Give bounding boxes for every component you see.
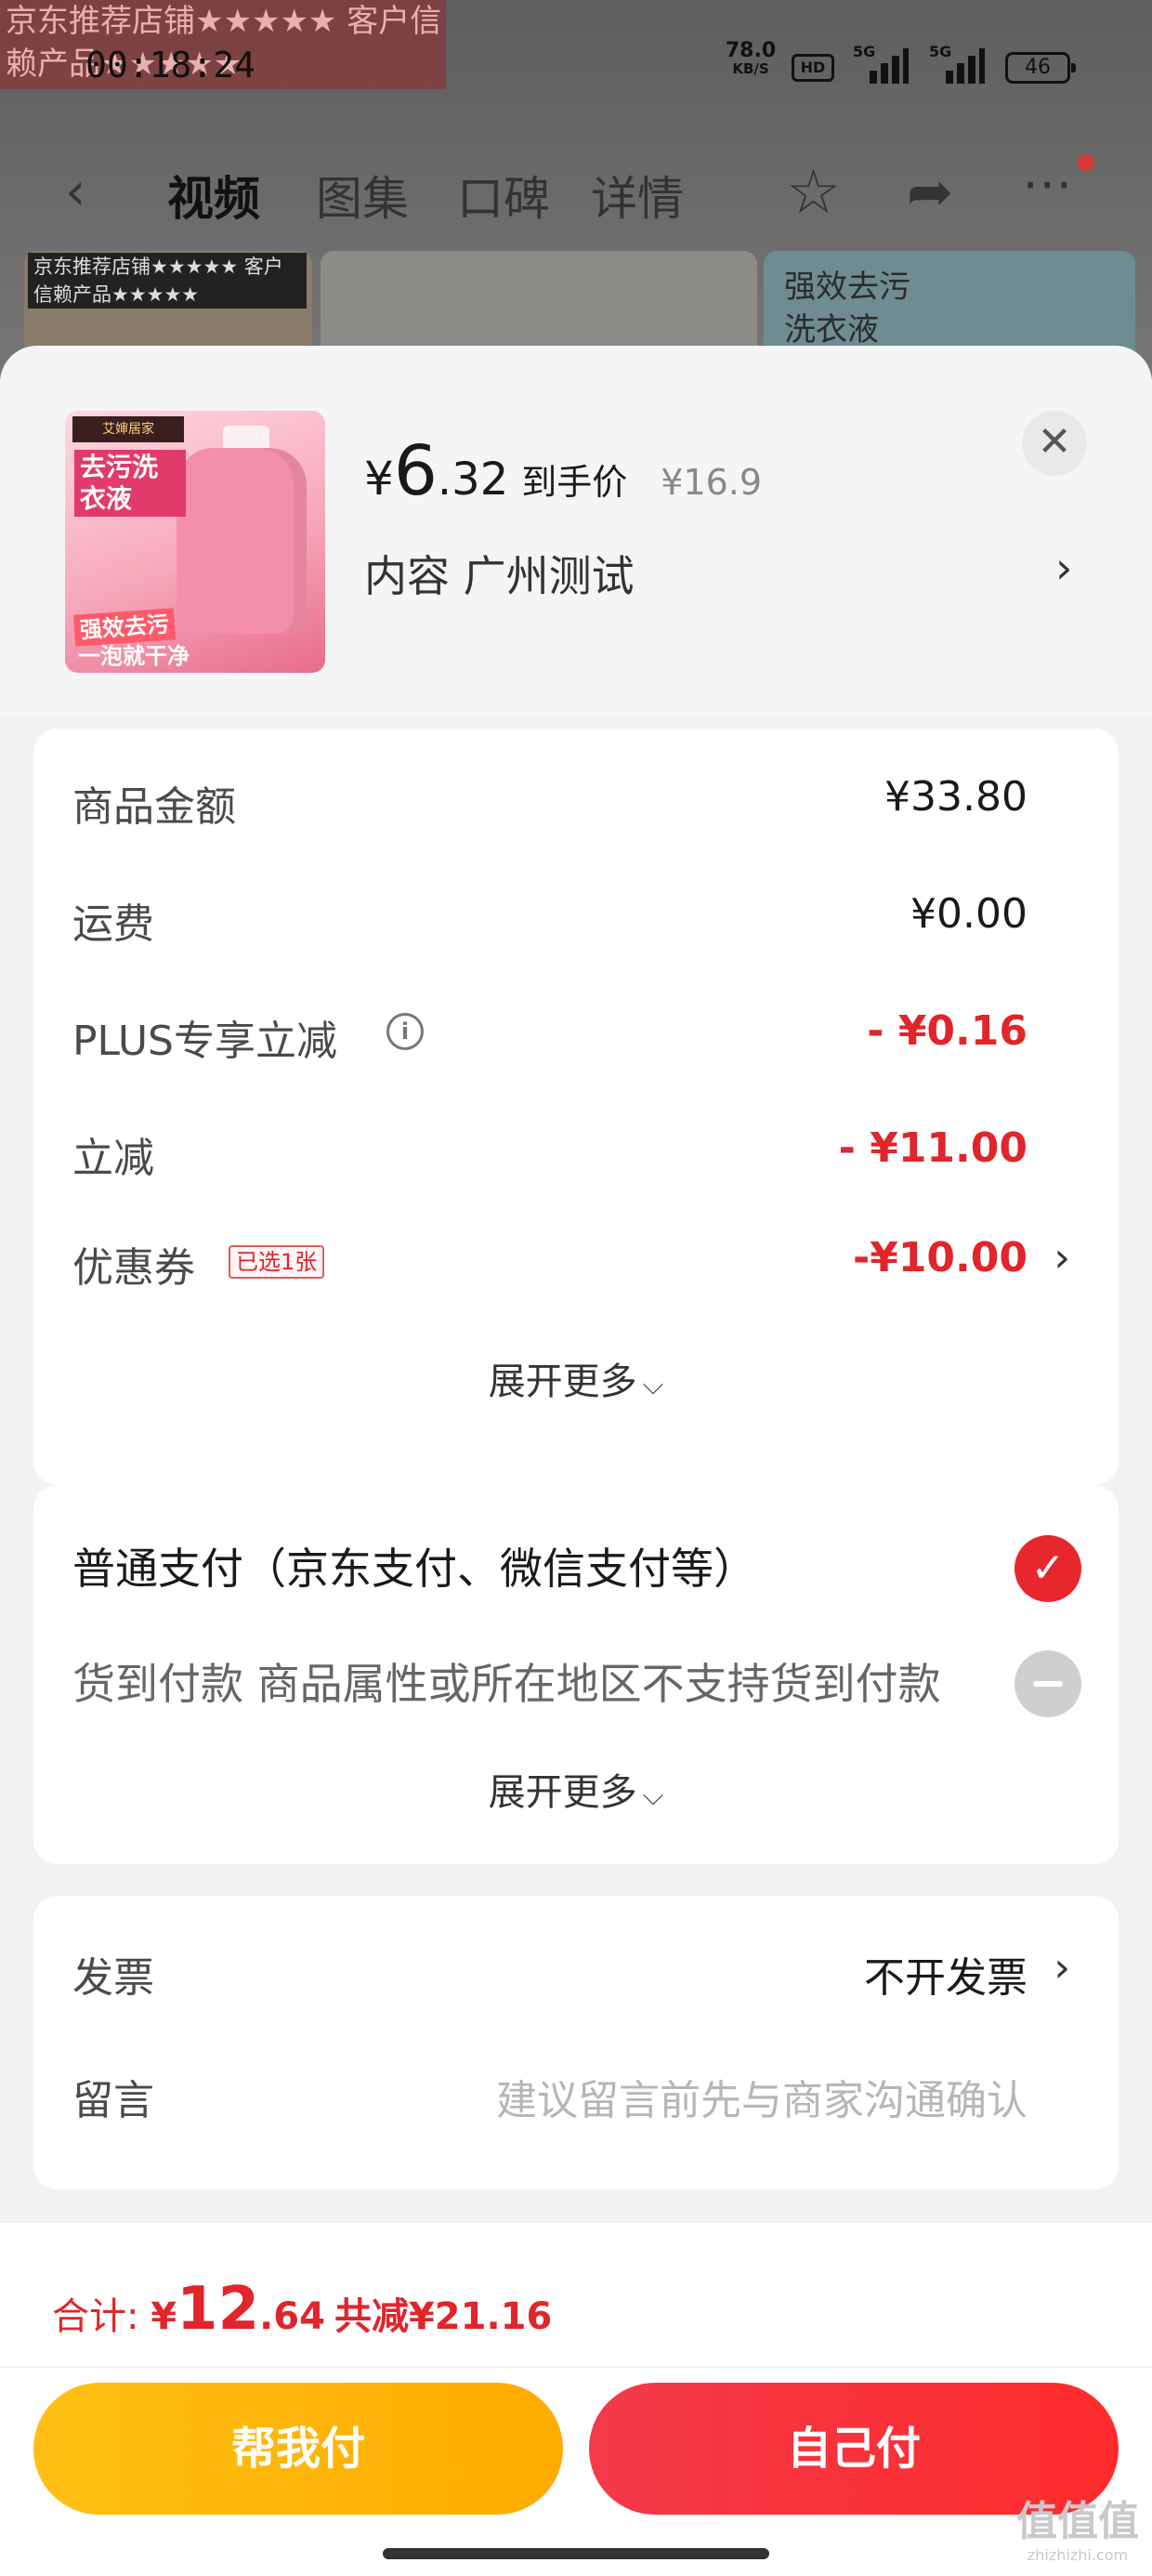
share-icon[interactable]: ➦ [907,160,953,225]
self-pay-button[interactable]: 自己付 [589,2383,1119,2515]
fee-card-full: 商品金额 ¥33.80 运费 ¥0.00 PLUS专享立减 i - ¥0.16 … [33,729,1119,1485]
tab-details[interactable]: 详情 [591,162,684,229]
thumbnail-tag: 京东推荐店铺★★★★★ 客户信赖产品★★★★★ [28,253,307,309]
invoice-row[interactable]: 发票 不开发票 › [72,1933,1080,2007]
home-indicator[interactable] [383,2548,769,2559]
notification-dot [1078,154,1094,171]
instant-discount-row: 立减 - ¥11.00 [72,1124,1028,1182]
message-row: 留言 建议留言前先与商家沟通确认 [72,2056,1080,2130]
tab-gallery[interactable]: 图集 [316,162,409,229]
expand-fees-button[interactable]: 展开更多 ⌵ [33,1351,1119,1405]
invoice-value: 不开发票 [864,1954,1028,2002]
hd-icon: HD [792,54,834,82]
plus-discount-row: PLUS专享立减 i - ¥0.16 [72,1007,1028,1065]
status-time: 00:18:24 [85,45,256,85]
tab-video[interactable]: 视频 [167,162,260,229]
final-price: ¥6.32 到手价 ¥16.9 [364,431,763,511]
instant-discount: - ¥11.00 [838,1124,1028,1172]
payment-option-cod: 货到付款 商品属性或所在地区不支持货到付款 [72,1659,941,1709]
product-nav-bar: ‹ 视频 图集 口碑 详情 ☆ ➦ ⋯ [0,149,1152,232]
back-icon[interactable]: ‹ [65,162,85,222]
payment-option-normal[interactable]: 普通支付（京东支付、微信支付等） [72,1535,756,1597]
goods-amount: ¥33.80 [884,773,1028,821]
original-price: ¥16.9 [661,462,763,503]
product-image-brand: 艾婶居家 [72,416,184,442]
total-saving: 共减¥21.16 [334,2295,553,2338]
plus-discount: - ¥0.16 [867,1007,1028,1055]
expand-payment-button[interactable]: 展开更多 ⌵ [33,1762,1119,1816]
disabled-icon [1015,1650,1081,1717]
divider [0,2366,1152,2368]
help-pay-button[interactable]: 帮我付 [33,2383,563,2515]
payment-card: 普通支付（京东支付、微信支付等） ✓ 货到付款 商品属性或所在地区不支持货到付款… [33,1485,1119,1864]
battery-icon: 46 [1005,52,1076,84]
product-image: 艾婶居家 去污洗衣液 强效去污 一泡就干净 [65,411,325,673]
more-icon[interactable]: ⋯ [1022,154,1076,213]
close-icon[interactable]: ✕ [1022,411,1087,476]
coupon-row[interactable]: 优惠券 已选1张 -¥10.00 › [72,1223,1080,1297]
shipping-fee: ¥0.00 [910,890,1028,938]
site-watermark: 值值值 zhizhizhi.com [1016,2498,1139,2564]
checkout-footer: 合计: ¥12.64 共减¥21.16 帮我付 自己付 值值值 zhizhizhi… [0,2223,1152,2576]
chevron-down-icon: ⌵ [642,1780,664,1812]
shipping-row: 运费 ¥0.00 [72,890,1028,948]
final-price-label: 到手价 [521,462,628,503]
product-image-slogan-2: 一泡就干净 [78,643,190,669]
background-page: 京东推荐店铺★★★★★ 客户信赖产品★★★★★ 00:18:24 78.0 KB/… [0,0,1152,390]
chevron-right-icon[interactable]: › [1054,1234,1070,1281]
chevron-right-icon[interactable]: › [1054,1944,1070,1991]
chevron-down-icon: ⌵ [642,1369,664,1401]
thumbnail-caption: 强效去污 洗衣液 [784,269,910,348]
total-price: 合计: ¥12.64 共减¥21.16 [52,2275,553,2344]
product-image-label: 去污洗衣液 [74,450,186,517]
goods-amount-row: 商品金额 ¥33.80 [72,773,1028,831]
product-image-slogan: 强效去污 [72,608,177,647]
coupon-discount: -¥10.00 [852,1234,1028,1281]
invoice-message-card: 发票 不开发票 › 留言 建议留言前先与商家沟通确认 [33,1896,1119,2189]
product-header: 艾婶居家 去污洗衣液 强效去污 一泡就干净 ¥6.32 到手价 ¥16.9 内容 广… [0,346,1152,717]
check-icon[interactable]: ✓ [1015,1535,1081,1602]
info-icon[interactable]: i [386,1013,424,1050]
signal-icon: 5G [853,43,909,84]
net-speed: 78.0 KB/S [725,39,777,77]
signal-icon-2: 5G [929,43,985,84]
tab-reviews[interactable]: 口碑 [457,162,550,229]
message-input[interactable]: 建议留言前先与商家沟通确认 [496,2067,1028,2126]
coupon-selected-badge: 已选1张 [229,1245,325,1279]
star-icon[interactable]: ☆ [786,156,841,228]
product-spec[interactable]: 内容 广州测试 [364,543,635,604]
chevron-right-icon[interactable]: › [1055,543,1072,593]
status-bar: 00:18:24 78.0 KB/S HD 5G 5G 46 [0,37,1152,93]
